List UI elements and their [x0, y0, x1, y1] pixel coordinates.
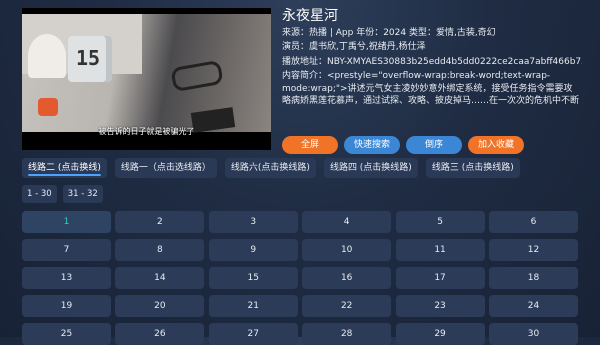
- clock-digits: 15: [76, 46, 101, 70]
- episode-button[interactable]: 5: [395, 211, 485, 233]
- episode-button[interactable]: 28: [302, 323, 392, 345]
- episode-button[interactable]: 26: [115, 323, 205, 345]
- show-title: 永夜星河: [282, 8, 338, 24]
- episode-button[interactable]: 24: [488, 295, 578, 317]
- play-url: 播放地址：NBY-XMYAES30883b25edd4b5dd0222ce2ca…: [282, 57, 582, 67]
- video-frame: 15 被告诉的日子就是被骗光了: [22, 14, 271, 136]
- scene-lamp: [38, 98, 58, 116]
- route-tab[interactable]: 线路四 (点击换线路): [323, 158, 418, 178]
- episode-button[interactable]: 9: [208, 239, 298, 261]
- episode-button[interactable]: 23: [395, 295, 485, 317]
- action-bar: 全屏 快速搜索 倒序 加入收藏: [282, 136, 524, 154]
- route-tab[interactable]: 线路二 (点击换线): [22, 158, 107, 178]
- route-tab[interactable]: 线路三 (点击换线路): [425, 158, 520, 178]
- episode-button[interactable]: 10: [302, 239, 392, 261]
- episode-button[interactable]: 15: [208, 267, 298, 289]
- scene-clock: 15: [68, 36, 112, 82]
- episode-button[interactable]: 29: [395, 323, 485, 345]
- scene-glasses: [170, 59, 224, 93]
- episode-button[interactable]: 8: [115, 239, 205, 261]
- summary: 内容简介：<prestyle="overflow-wrap:break-word…: [282, 71, 580, 106]
- range-tab[interactable]: 1 - 30: [22, 185, 57, 203]
- episode-button[interactable]: 30: [488, 323, 578, 345]
- episode-button[interactable]: 2: [115, 211, 205, 233]
- add-favorite-button[interactable]: 加入收藏: [468, 136, 524, 154]
- episode-button[interactable]: 16: [302, 267, 392, 289]
- episode-button[interactable]: 4: [302, 211, 392, 233]
- cast-info: 演员：虞书欣,丁禹兮,祝绪丹,杨仕泽: [282, 42, 426, 52]
- episode-button[interactable]: 19: [22, 295, 111, 317]
- quick-search-button[interactable]: 快速搜索: [344, 136, 400, 154]
- episode-grid: 1 2 3 4 5 6 7 8 9 10 11 12 13 14 15 16 17 18 19 20 21 22 23 24 2…: [22, 211, 578, 345]
- episode-button[interactable]: 18: [488, 267, 578, 289]
- fullscreen-button[interactable]: 全屏: [282, 136, 338, 154]
- episode-range-tabs: 1 - 30 31 - 32: [22, 185, 103, 203]
- route-tab[interactable]: 线路六(点击换线路): [224, 158, 316, 178]
- episode-button[interactable]: 1: [22, 211, 111, 233]
- episode-button[interactable]: 7: [22, 239, 111, 261]
- route-tabs: 线路二 (点击换线) 线路一（点击选线路） 线路六(点击换线路) 线路四 (点击…: [22, 158, 520, 178]
- episode-button[interactable]: 27: [208, 323, 298, 345]
- episode-button[interactable]: 20: [115, 295, 205, 317]
- range-tab[interactable]: 31 - 32: [62, 185, 103, 203]
- route-tab[interactable]: 线路一（点击选线路）: [114, 158, 217, 178]
- source-info: 来源：热播 | App 年份：2024 类型：爱情,古装,奇幻: [282, 28, 496, 38]
- episode-button[interactable]: 6: [488, 211, 578, 233]
- video-player[interactable]: 15 被告诉的日子就是被骗光了: [22, 8, 271, 150]
- episode-button[interactable]: 14: [115, 267, 205, 289]
- episode-button[interactable]: 21: [208, 295, 298, 317]
- episode-button[interactable]: 17: [395, 267, 485, 289]
- episode-button[interactable]: 25: [22, 323, 111, 345]
- episode-button[interactable]: 22: [302, 295, 392, 317]
- scene-flowers: [28, 34, 66, 78]
- episode-button[interactable]: 11: [395, 239, 485, 261]
- video-subtitle: 被告诉的日子就是被骗光了: [98, 127, 195, 136]
- reverse-order-button[interactable]: 倒序: [406, 136, 462, 154]
- episode-button[interactable]: 13: [22, 267, 111, 289]
- episode-button[interactable]: 3: [208, 211, 298, 233]
- episode-button[interactable]: 12: [488, 239, 578, 261]
